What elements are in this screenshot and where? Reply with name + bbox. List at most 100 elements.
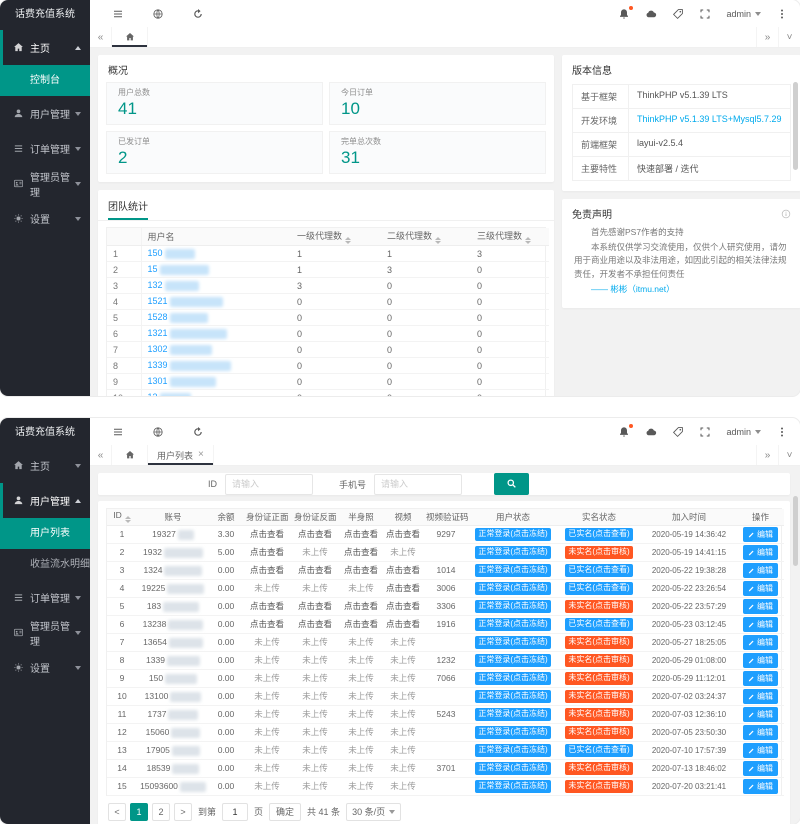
realname-badge[interactable]: 已实名(点击查看) [565,618,632,631]
photo-view-link[interactable]: 点击查看 [339,615,383,633]
username-link[interactable]: 1521 [148,296,168,306]
user-status-badge[interactable]: 正常登录(点击冻结) [475,690,550,703]
sidebar-item-3[interactable]: 订单管理 [0,131,90,166]
photo-view-link[interactable]: 点击查看 [383,525,423,543]
more-vertical-icon[interactable] [776,8,788,20]
photo-view-link[interactable]: 点击查看 [243,543,291,561]
user-status-badge[interactable]: 正常登录(点击冻结) [475,762,550,775]
user-status-badge[interactable]: 正常登录(点击冻结) [475,672,550,685]
edit-button[interactable]: 编辑 [743,671,778,686]
sidebar-item-2[interactable]: 用户管理 [0,96,90,131]
edit-button[interactable]: 编辑 [743,743,778,758]
user-status-badge[interactable]: 正常登录(点击冻结) [475,636,550,649]
user-status-badge[interactable]: 正常登录(点击冻结) [475,618,550,631]
close-icon[interactable]: × [198,450,204,460]
globe-icon[interactable] [152,8,164,20]
refresh-icon[interactable] [192,426,204,438]
user-status-badge[interactable]: 正常登录(点击冻结) [475,780,550,793]
sidebar-item-5[interactable]: 设置 [0,650,90,685]
page-jump-input[interactable] [222,803,248,821]
username-link[interactable]: 1321 [148,328,168,338]
edit-button[interactable]: 编辑 [743,599,778,614]
search-phone-input[interactable] [374,474,462,495]
username-cell[interactable]: 1528 [141,310,291,326]
photo-view-link[interactable]: 点击查看 [383,579,423,597]
edit-button[interactable]: 编辑 [743,635,778,650]
edit-button[interactable]: 编辑 [743,761,778,776]
photo-view-link[interactable]: 点击查看 [291,597,339,615]
photo-view-link[interactable]: 点击查看 [291,525,339,543]
tab-user-list[interactable]: 用户列表 × [148,445,214,465]
username-link[interactable]: 150 [148,248,163,258]
photo-view-link[interactable]: 点击查看 [243,597,291,615]
photo-view-link[interactable]: 点击查看 [383,561,423,579]
tabs-collapse-right[interactable]: » [756,27,778,47]
username-cell[interactable]: 1521 [141,294,291,310]
fullscreen-icon[interactable] [699,426,711,438]
disclaimer-signature-link[interactable]: —— 彬彬（itmu.net） [574,283,789,296]
username-cell[interactable]: 1301 [141,374,291,390]
realname-badge[interactable]: 未实名(点击审核) [565,708,632,721]
bell-icon[interactable] [618,426,630,438]
tabs-collapse-right[interactable]: » [756,445,778,465]
tag-icon[interactable] [672,8,684,20]
realname-badge[interactable]: 已实名(点击查看) [565,528,632,541]
realname-badge[interactable]: 未实名(点击审核) [565,636,632,649]
realname-badge[interactable]: 未实名(点击审核) [565,546,632,559]
admin-menu[interactable]: admin [726,9,761,19]
column-header-2[interactable]: 一级代理数 [291,228,381,246]
page-confirm-button[interactable]: 确定 [269,803,301,821]
scrollbar-thumb[interactable] [793,496,798,566]
page-button-2[interactable]: 2 [152,803,170,821]
realname-badge[interactable]: 未实名(点击审核) [565,672,632,685]
realname-badge[interactable]: 未实名(点击审核) [565,780,632,793]
photo-view-link[interactable]: 点击查看 [243,615,291,633]
username-cell[interactable]: 15 [141,262,291,278]
username-cell[interactable]: 150 [141,246,291,262]
edit-button[interactable]: 编辑 [743,707,778,722]
menu-toggle-icon[interactable] [112,8,124,20]
photo-view-link[interactable]: 点击查看 [339,561,383,579]
photo-view-link[interactable]: 点击查看 [383,615,423,633]
username-cell[interactable]: 13 [141,390,291,397]
username-cell[interactable]: 1321 [141,326,291,342]
realname-badge[interactable]: 已实名(点击查看) [565,582,632,595]
user-status-badge[interactable]: 正常登录(点击冻结) [475,708,550,721]
sidebar-item-3[interactable]: 订单管理 [0,580,90,615]
column-header-1[interactable]: ID [107,509,137,525]
globe-icon[interactable] [152,426,164,438]
page-next-button[interactable]: > [174,803,192,821]
edit-button[interactable]: 编辑 [743,527,778,542]
fullscreen-icon[interactable] [699,8,711,20]
cloud-icon[interactable] [645,426,657,438]
edit-button[interactable]: 编辑 [743,779,778,794]
username-link[interactable]: 1301 [148,376,168,386]
username-cell[interactable]: 132 [141,278,291,294]
edit-button[interactable]: 编辑 [743,689,778,704]
sidebar-item-4[interactable]: 管理员管理 [0,166,90,201]
search-id-input[interactable] [225,474,313,495]
edit-button[interactable]: 编辑 [743,617,778,632]
cloud-icon[interactable] [645,8,657,20]
user-status-badge[interactable]: 正常登录(点击冻结) [475,546,550,559]
page-prev-button[interactable]: < [108,803,126,821]
username-cell[interactable]: 1339 [141,358,291,374]
realname-badge[interactable]: 未实名(点击审核) [565,762,632,775]
user-status-badge[interactable]: 正常登录(点击冻结) [475,564,550,577]
tab-home[interactable] [112,27,148,47]
sidebar-subitem[interactable]: 收益流水明细 [0,549,90,580]
tabs-collapse-left[interactable]: « [90,445,112,465]
per-page-select[interactable]: 30 条/页 [346,803,401,821]
photo-view-link[interactable]: 点击查看 [339,543,383,561]
realname-badge[interactable]: 未实名(点击审核) [565,600,632,613]
user-status-badge[interactable]: 正常登录(点击冻结) [475,600,550,613]
user-status-badge[interactable]: 正常登录(点击冻结) [475,744,550,757]
photo-view-link[interactable]: 点击查看 [339,525,383,543]
photo-view-link[interactable]: 点击查看 [291,561,339,579]
realname-badge[interactable]: 未实名(点击审核) [565,690,632,703]
sidebar-item-1[interactable]: 主页 [0,448,90,483]
admin-menu[interactable]: admin [726,427,761,437]
more-vertical-icon[interactable] [776,426,788,438]
sidebar-item-1[interactable]: 主页 [0,30,90,65]
sidebar-item-5[interactable]: 设置 [0,201,90,236]
